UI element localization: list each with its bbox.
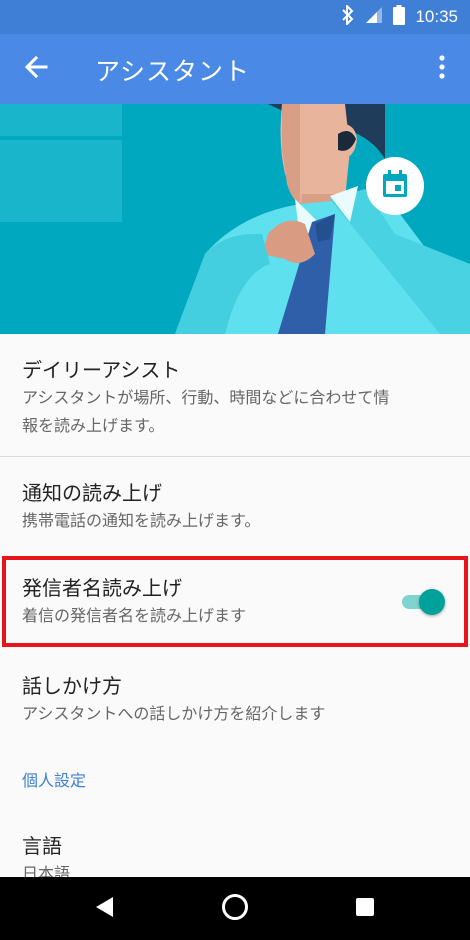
section-header-personal: 個人設定 <box>22 771 87 790</box>
hero-illustration <box>0 104 470 334</box>
back-button[interactable] <box>14 47 58 91</box>
home-circle-icon <box>221 893 249 925</box>
calendar-icon <box>382 170 408 202</box>
setting-subtitle: アシスタントへの話しかけ方を紹介します <box>22 704 326 723</box>
calendar-badge <box>366 157 424 215</box>
more-vertical-icon <box>439 55 445 83</box>
setting-language[interactable]: 言語 日本語 <box>0 812 470 883</box>
hero-artwork <box>0 104 470 334</box>
setting-subtitle: 報を読み上げます。 <box>22 416 165 435</box>
nav-recents-button[interactable] <box>343 887 387 931</box>
setting-subtitle: アシスタントが場所、行動、時間などに合わせて情 <box>22 388 390 407</box>
status-icons: 10:35 <box>341 3 458 29</box>
setting-notification-readout[interactable]: 通知の読み上げ 携帯電話の通知を読み上げます。 <box>0 457 470 554</box>
recents-square-icon <box>355 897 375 921</box>
navigation-bar <box>0 877 470 940</box>
settings-list: デイリーアシスト アシスタントが場所、行動、時間などに合わせて情 報を読み上げま… <box>0 334 470 883</box>
setting-title: 話しかけ方 <box>22 674 122 698</box>
back-triangle-icon <box>93 895 117 923</box>
app-bar: アシスタント <box>0 34 470 104</box>
setting-title: 通知の読み上げ <box>22 481 162 505</box>
setting-daily-assist[interactable]: デイリーアシスト アシスタントが場所、行動、時間などに合わせて情 報を読み上げま… <box>0 334 470 456</box>
highlight-box <box>2 556 468 647</box>
battery-icon <box>393 5 406 29</box>
setting-title: デイリーアシスト <box>22 358 181 382</box>
setting-title: 言語 <box>22 834 62 858</box>
nav-home-button[interactable] <box>213 887 257 931</box>
arrow-left-icon <box>23 54 49 84</box>
page-title: アシスタント <box>95 57 251 86</box>
more-options-button[interactable] <box>428 47 456 91</box>
signal-icon <box>365 6 383 28</box>
setting-how-to-talk[interactable]: 話しかけ方 アシスタントへの話しかけ方を紹介します <box>0 652 470 742</box>
bluetooth-icon <box>341 3 355 29</box>
setting-subtitle: 携帯電話の通知を読み上げます。 <box>22 511 261 530</box>
status-bar: 10:35 <box>0 0 470 34</box>
status-time: 10:35 <box>415 7 458 26</box>
nav-back-button[interactable] <box>83 887 127 931</box>
